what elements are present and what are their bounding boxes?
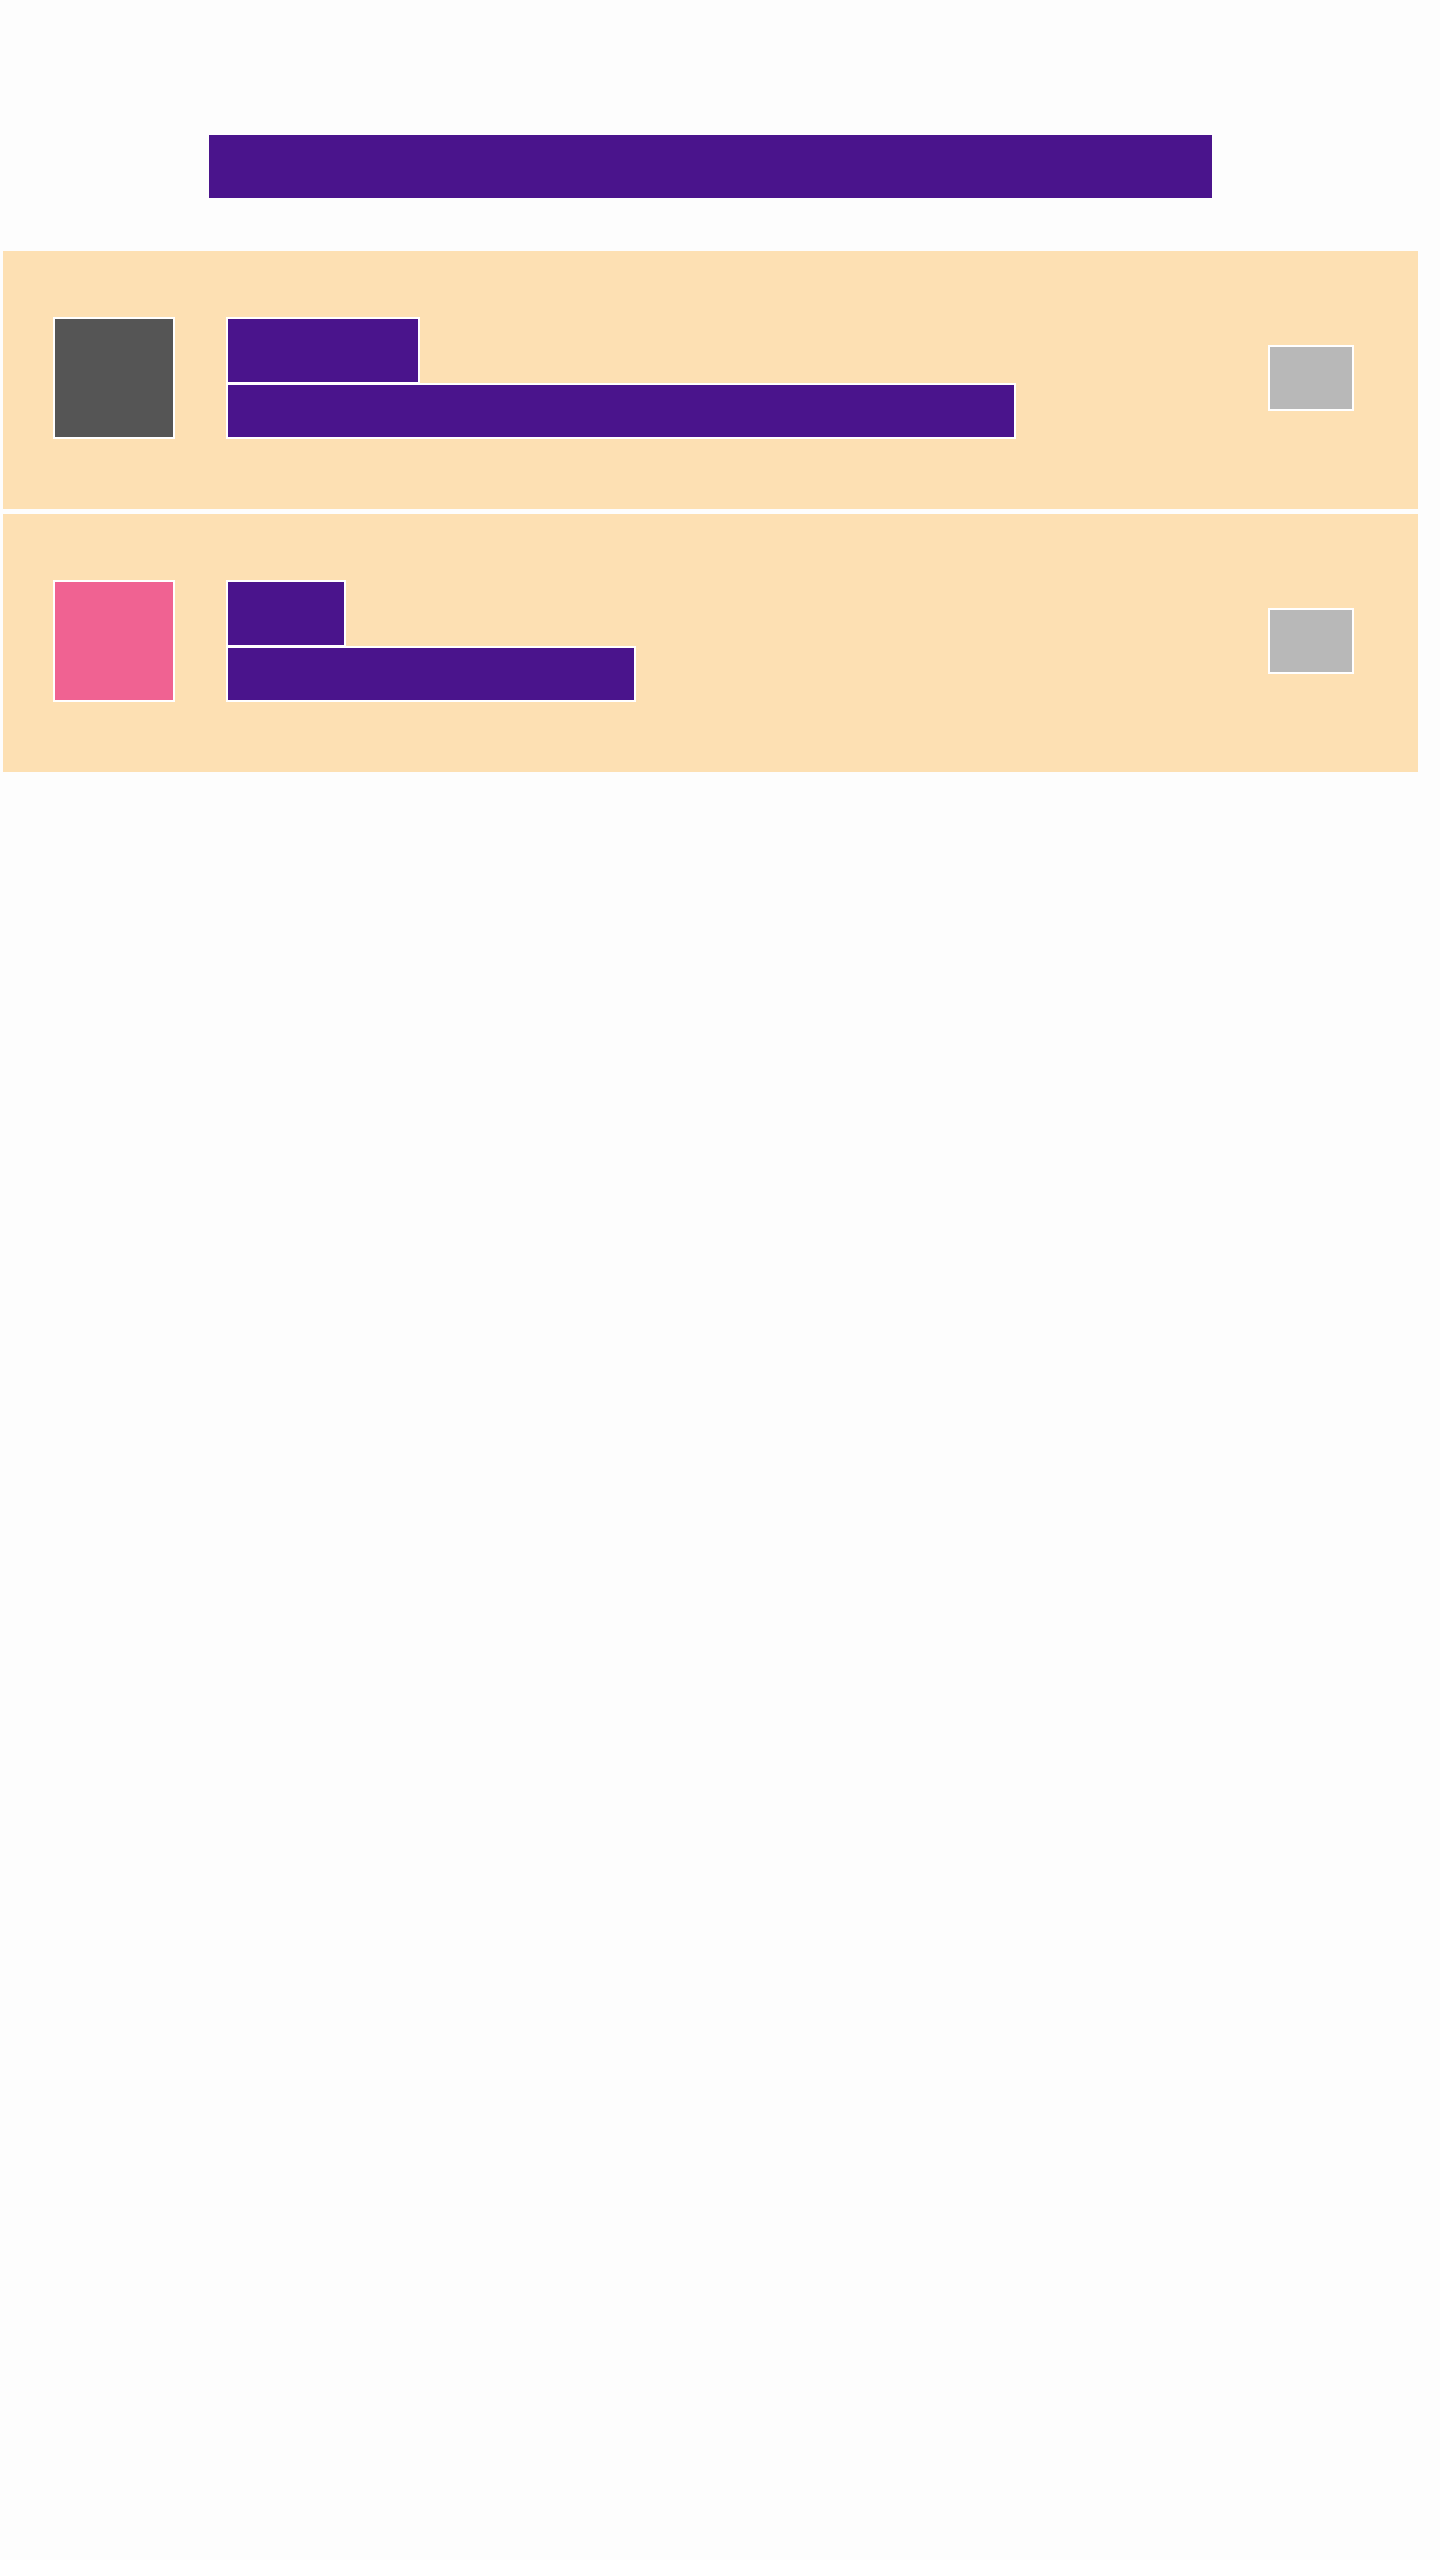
item-action-button[interactable]: [1268, 608, 1354, 674]
item-thumbnail: [53, 317, 175, 439]
item-title: [226, 580, 346, 647]
item-action-label: [1311, 378, 1312, 379]
item-subtitle: [226, 383, 1016, 439]
item-subtitle-text: [228, 385, 229, 386]
item-title-text: [228, 582, 229, 583]
list-item[interactable]: [3, 251, 1418, 509]
page: [0, 0, 1440, 2560]
page-title-text: [209, 135, 210, 136]
item-title: [226, 317, 420, 384]
page-title: [209, 135, 1212, 198]
list-item[interactable]: [3, 514, 1418, 772]
item-thumbnail: [53, 580, 175, 702]
item-subtitle-text: [228, 648, 229, 649]
item-subtitle: [226, 646, 636, 702]
item-title-text: [228, 319, 229, 320]
item-action-label: [1311, 641, 1312, 642]
item-action-button[interactable]: [1268, 345, 1354, 411]
